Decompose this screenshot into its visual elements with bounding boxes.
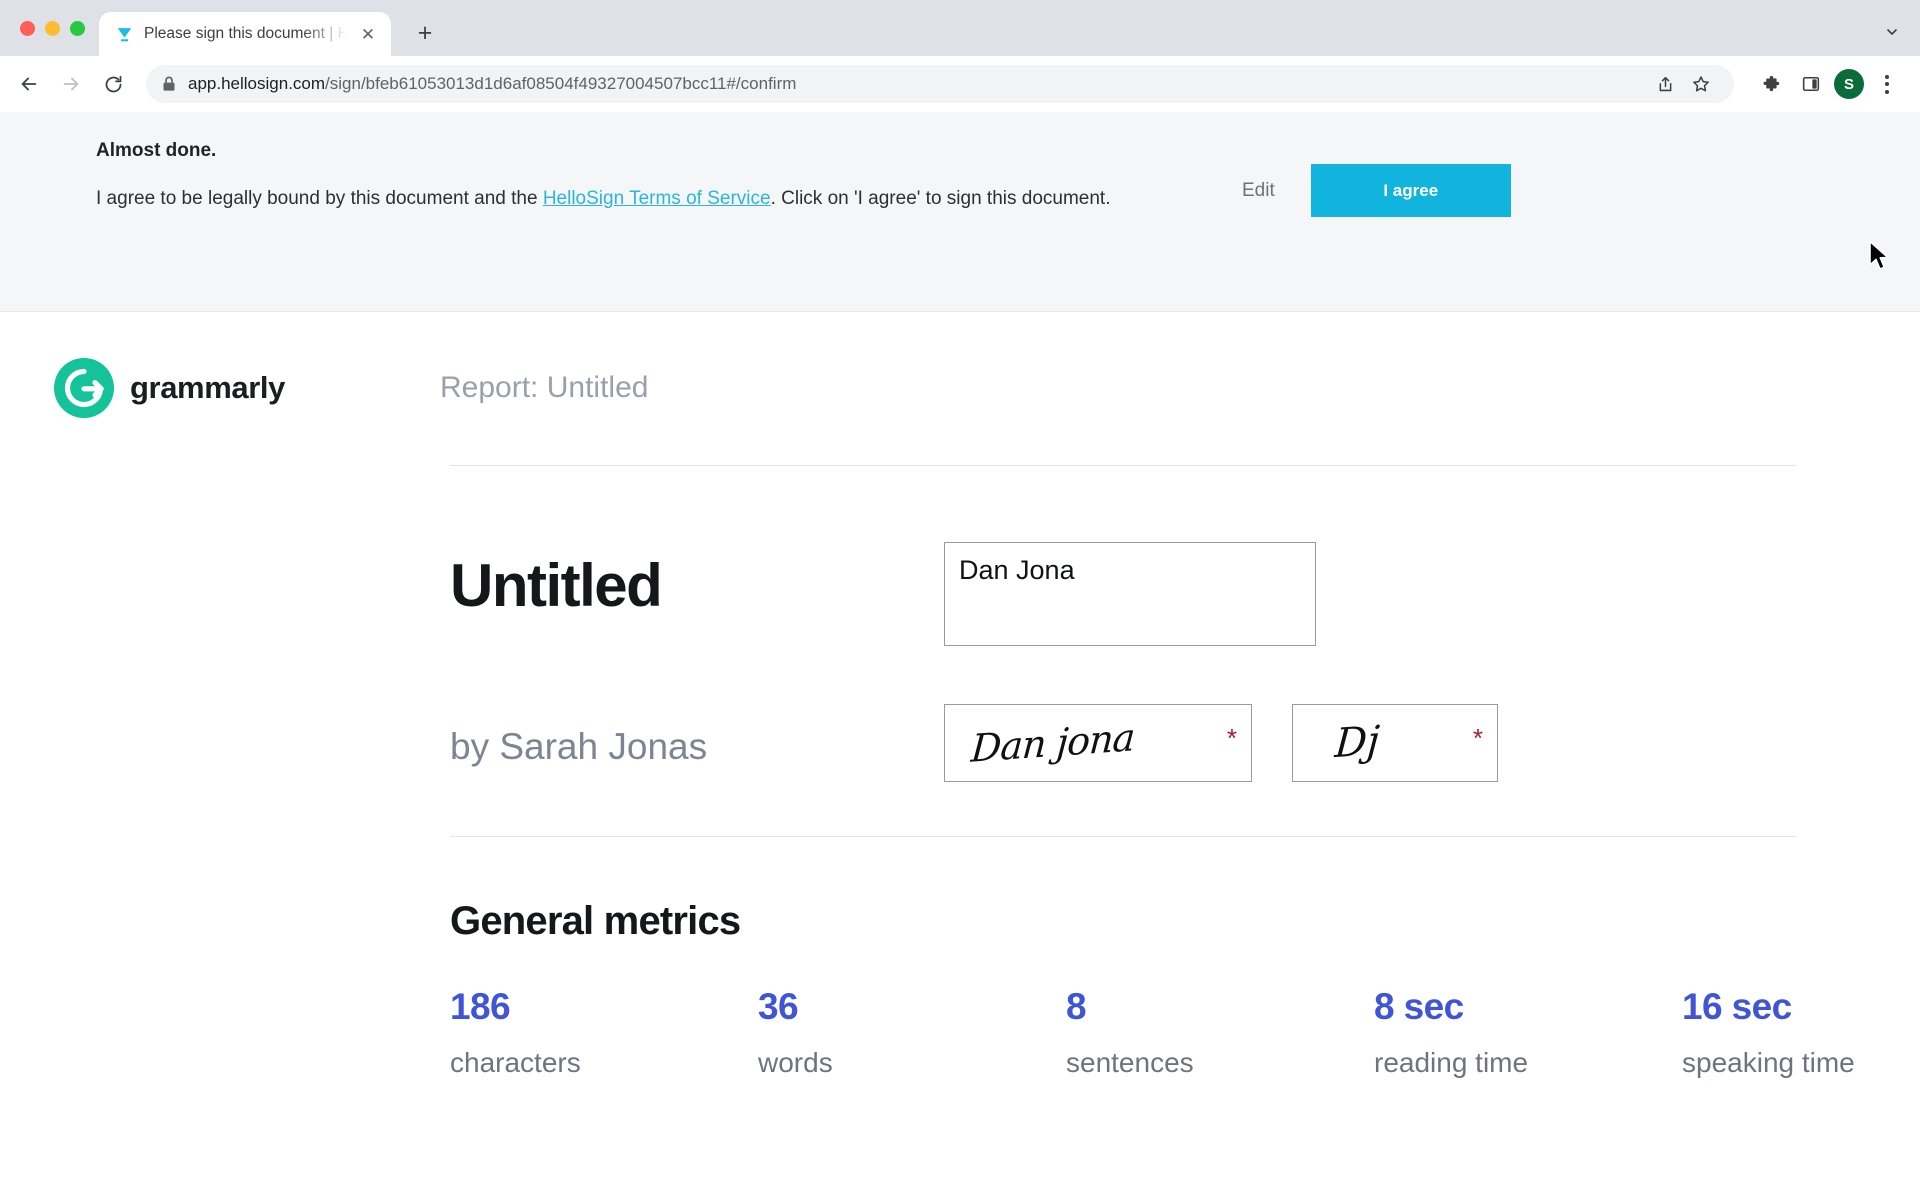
metric-item: 16 sec speaking time — [1682, 988, 1920, 1082]
name-input-field[interactable]: Dan Jona — [944, 542, 1316, 646]
banner-body: I agree to be legally bound by this docu… — [96, 184, 1176, 215]
metric-item: 8 sec reading time — [1374, 988, 1682, 1082]
grammarly-wordmark: grammarly — [130, 370, 285, 405]
report-title: Report: Untitled — [440, 371, 649, 404]
browser-toolbar: app.hellosign.com/sign/bfeb61053013d1d6a… — [0, 56, 1920, 112]
reload-icon — [105, 75, 121, 92]
page-viewport: Almost done. I agree to be legally bound… — [0, 112, 1920, 1200]
metric-value: 8 — [1066, 986, 1087, 1027]
share-button[interactable] — [1648, 67, 1682, 101]
metric-label: characters — [450, 1047, 581, 1078]
browser-menu-button[interactable] — [1870, 67, 1904, 101]
side-panel-button[interactable] — [1794, 67, 1828, 101]
hellosign-favicon-icon — [117, 27, 132, 41]
grammarly-brand: grammarly — [54, 358, 398, 418]
window-controls — [14, 0, 99, 56]
title-row: Untitled Dan Jona — [450, 542, 1864, 646]
metric-label: reading time — [1374, 1047, 1529, 1078]
side-panel-icon — [1802, 76, 1820, 92]
address-bar[interactable]: app.hellosign.com/sign/bfeb61053013d1d6a… — [146, 65, 1734, 103]
banner-body-after: . Click on 'I agree' to sign this docume… — [770, 188, 1111, 209]
section-divider — [450, 836, 1796, 837]
new-tab-button[interactable]: + — [405, 13, 445, 53]
document-byline: by Sarah Jonas — [450, 726, 708, 767]
toolbar-right-actions: S — [1746, 67, 1904, 101]
url-host: app.hellosign.com — [188, 74, 326, 93]
share-icon — [1659, 76, 1671, 91]
metric-item: 8 sentences — [1066, 988, 1374, 1082]
profile-avatar[interactable]: S — [1834, 69, 1864, 99]
reload-button[interactable] — [94, 65, 132, 103]
signature-value: Dan jona — [969, 715, 1136, 771]
maximize-window-button[interactable] — [70, 20, 85, 36]
banner-heading: Almost done. — [96, 140, 217, 161]
metric-label: speaking time — [1682, 1047, 1855, 1078]
byline-row: by Sarah Jonas Dan jona * Dj * — [450, 704, 1864, 782]
i-agree-button[interactable]: I agree — [1310, 164, 1511, 217]
tab-title: Please sign this document | He — [144, 25, 347, 42]
header-divider — [450, 465, 1796, 466]
url-text: app.hellosign.com/sign/bfeb61053013d1d6a… — [188, 74, 796, 94]
metric-value: 8 sec — [1374, 986, 1464, 1027]
chevron-down-icon — [1887, 29, 1897, 35]
sign-banner-text: Almost done. I agree to be legally bound… — [96, 140, 1216, 215]
lock-icon — [163, 76, 175, 91]
metric-value: 16 sec — [1682, 986, 1792, 1027]
forward-arrow-icon — [63, 77, 79, 91]
general-metrics-heading: General metrics — [450, 899, 741, 943]
sign-banner-actions: Edit I agree — [1216, 164, 1511, 217]
initials-field[interactable]: Dj * — [1292, 704, 1498, 782]
tab-strip: Please sign this document | He ✕ + — [0, 0, 1920, 56]
metric-label: words — [758, 1047, 833, 1078]
url-path: /sign/bfeb61053013d1d6af08504f4932700450… — [325, 74, 797, 93]
puzzle-icon — [1763, 75, 1779, 91]
initials-required-marker: * — [1472, 723, 1483, 753]
close-tab-button[interactable]: ✕ — [357, 23, 379, 45]
star-icon — [1693, 76, 1709, 92]
terms-of-service-link[interactable]: HelloSign Terms of Service — [543, 188, 771, 209]
browser-tab[interactable]: Please sign this document | He ✕ — [99, 12, 391, 56]
document-title: Untitled — [450, 552, 663, 619]
edit-button[interactable]: Edit — [1216, 170, 1301, 212]
general-metrics-list: 186 characters 36 words 8 sentences 8 se… — [450, 988, 1864, 1082]
back-arrow-icon — [21, 77, 37, 91]
kebab-menu-icon — [1885, 74, 1889, 94]
extensions-button[interactable] — [1754, 67, 1788, 101]
initials-value: Dj — [1333, 717, 1382, 768]
grammarly-logo-icon — [54, 358, 114, 418]
banner-body-before: I agree to be legally bound by this docu… — [96, 188, 543, 209]
metric-label: sentences — [1066, 1047, 1194, 1078]
document-body: grammarly Report: Untitled Untitled Dan … — [0, 312, 1920, 1082]
bookmark-button[interactable] — [1684, 67, 1718, 101]
document-header: grammarly Report: Untitled — [54, 358, 1864, 418]
back-button[interactable] — [10, 65, 48, 103]
close-window-button[interactable] — [20, 20, 35, 36]
browser-window: Please sign this document | He ✕ + app.h… — [0, 0, 1920, 1200]
sign-confirmation-banner: Almost done. I agree to be legally bound… — [0, 112, 1920, 312]
metric-value: 186 — [450, 986, 511, 1027]
signature-required-marker: * — [1226, 723, 1237, 753]
omnibox-actions — [1648, 67, 1718, 101]
forward-button[interactable] — [52, 65, 90, 103]
metric-value: 36 — [758, 986, 799, 1027]
signature-field[interactable]: Dan jona * — [944, 704, 1252, 782]
metric-item: 186 characters — [450, 988, 758, 1082]
minimize-window-button[interactable] — [45, 20, 60, 36]
tab-search-button[interactable] — [1878, 18, 1906, 46]
metric-item: 36 words — [758, 988, 1066, 1082]
